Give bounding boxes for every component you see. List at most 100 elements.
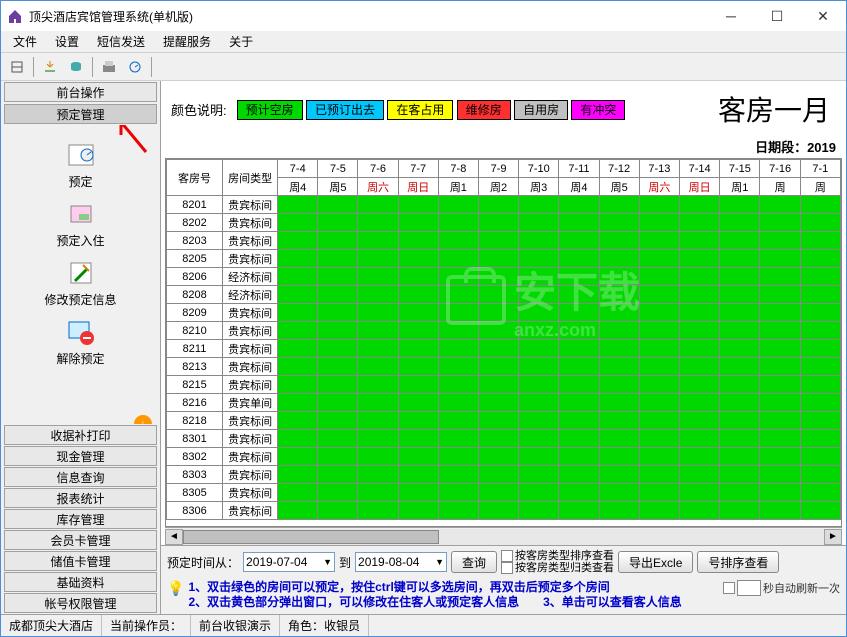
availability-cell[interactable] — [438, 196, 478, 214]
sidebar-btn-reservation-mgmt[interactable]: 预定管理 — [4, 104, 157, 124]
availability-cell[interactable] — [278, 322, 318, 340]
availability-cell[interactable] — [398, 268, 438, 286]
availability-cell[interactable] — [800, 412, 840, 430]
availability-cell[interactable] — [398, 376, 438, 394]
menu-2[interactable]: 短信发送 — [89, 31, 153, 52]
availability-cell[interactable] — [358, 394, 398, 412]
availability-cell[interactable] — [720, 340, 760, 358]
availability-cell[interactable] — [318, 268, 358, 286]
availability-cell[interactable] — [478, 412, 518, 430]
availability-cell[interactable] — [800, 268, 840, 286]
availability-cell[interactable] — [760, 340, 800, 358]
availability-cell[interactable] — [318, 214, 358, 232]
availability-cell[interactable] — [680, 304, 720, 322]
date-to-input[interactable]: 2019-08-04▼ — [355, 552, 447, 572]
availability-cell[interactable] — [559, 304, 599, 322]
availability-cell[interactable] — [519, 286, 559, 304]
availability-cell[interactable] — [680, 250, 720, 268]
availability-cell[interactable] — [398, 412, 438, 430]
sidebar-bottom-btn-7[interactable]: 基础资料 — [4, 572, 157, 592]
availability-cell[interactable] — [760, 214, 800, 232]
availability-cell[interactable] — [278, 412, 318, 430]
availability-cell[interactable] — [478, 304, 518, 322]
availability-cell[interactable] — [358, 376, 398, 394]
availability-cell[interactable] — [720, 394, 760, 412]
availability-cell[interactable] — [398, 286, 438, 304]
availability-cell[interactable] — [278, 232, 318, 250]
availability-cell[interactable] — [559, 268, 599, 286]
availability-cell[interactable] — [278, 268, 318, 286]
availability-cell[interactable] — [599, 196, 639, 214]
availability-cell[interactable] — [278, 376, 318, 394]
availability-cell[interactable] — [680, 232, 720, 250]
toolbar-btn-5[interactable] — [123, 55, 147, 79]
availability-cell[interactable] — [639, 448, 679, 466]
availability-cell[interactable] — [720, 412, 760, 430]
availability-cell[interactable] — [398, 232, 438, 250]
availability-cell[interactable] — [720, 484, 760, 502]
availability-cell[interactable] — [760, 466, 800, 484]
availability-cell[interactable] — [680, 466, 720, 484]
availability-cell[interactable] — [680, 484, 720, 502]
availability-cell[interactable] — [599, 340, 639, 358]
availability-cell[interactable] — [318, 448, 358, 466]
availability-cell[interactable] — [318, 502, 358, 520]
availability-cell[interactable] — [398, 430, 438, 448]
availability-cell[interactable] — [318, 484, 358, 502]
availability-cell[interactable] — [599, 430, 639, 448]
availability-cell[interactable] — [478, 376, 518, 394]
availability-cell[interactable] — [318, 376, 358, 394]
availability-cell[interactable] — [599, 232, 639, 250]
availability-cell[interactable] — [358, 430, 398, 448]
availability-cell[interactable] — [639, 304, 679, 322]
availability-cell[interactable] — [760, 286, 800, 304]
toolbar-btn-3[interactable] — [64, 55, 88, 79]
availability-cell[interactable] — [680, 322, 720, 340]
availability-cell[interactable] — [559, 214, 599, 232]
availability-cell[interactable] — [599, 448, 639, 466]
availability-cell[interactable] — [559, 502, 599, 520]
toolbar-btn-2[interactable] — [38, 55, 62, 79]
availability-cell[interactable] — [760, 250, 800, 268]
availability-cell[interactable] — [358, 196, 398, 214]
availability-cell[interactable] — [680, 196, 720, 214]
availability-cell[interactable] — [760, 448, 800, 466]
availability-cell[interactable] — [478, 232, 518, 250]
availability-cell[interactable] — [760, 484, 800, 502]
availability-cell[interactable] — [478, 250, 518, 268]
availability-cell[interactable] — [559, 250, 599, 268]
query-button[interactable]: 查询 — [451, 551, 497, 573]
availability-cell[interactable] — [398, 394, 438, 412]
availability-cell[interactable] — [438, 340, 478, 358]
availability-cell[interactable] — [519, 394, 559, 412]
availability-cell[interactable] — [559, 232, 599, 250]
refresh-seconds-input[interactable] — [737, 580, 761, 596]
availability-cell[interactable] — [800, 286, 840, 304]
availability-cell[interactable] — [639, 322, 679, 340]
availability-cell[interactable] — [639, 358, 679, 376]
availability-cell[interactable] — [760, 196, 800, 214]
availability-cell[interactable] — [278, 196, 318, 214]
sidebar-item-0[interactable]: 预定 — [1, 139, 160, 190]
horizontal-scrollbar[interactable]: ◄ ► — [165, 527, 842, 545]
availability-cell[interactable] — [639, 340, 679, 358]
menu-4[interactable]: 关于 — [221, 31, 261, 52]
availability-cell[interactable] — [278, 448, 318, 466]
availability-cell[interactable] — [639, 412, 679, 430]
availability-cell[interactable] — [438, 214, 478, 232]
chk-auto-refresh[interactable] — [723, 582, 735, 594]
availability-cell[interactable] — [278, 358, 318, 376]
minimize-button[interactable]: ─ — [708, 1, 754, 31]
availability-cell[interactable] — [519, 268, 559, 286]
availability-cell[interactable] — [559, 484, 599, 502]
availability-cell[interactable] — [478, 322, 518, 340]
availability-cell[interactable] — [639, 250, 679, 268]
availability-cell[interactable] — [478, 484, 518, 502]
availability-cell[interactable] — [559, 322, 599, 340]
availability-cell[interactable] — [680, 286, 720, 304]
sidebar-btn-front-desk[interactable]: 前台操作 — [4, 82, 157, 102]
maximize-button[interactable]: ☐ — [754, 1, 800, 31]
availability-cell[interactable] — [800, 322, 840, 340]
availability-cell[interactable] — [478, 448, 518, 466]
availability-cell[interactable] — [398, 502, 438, 520]
